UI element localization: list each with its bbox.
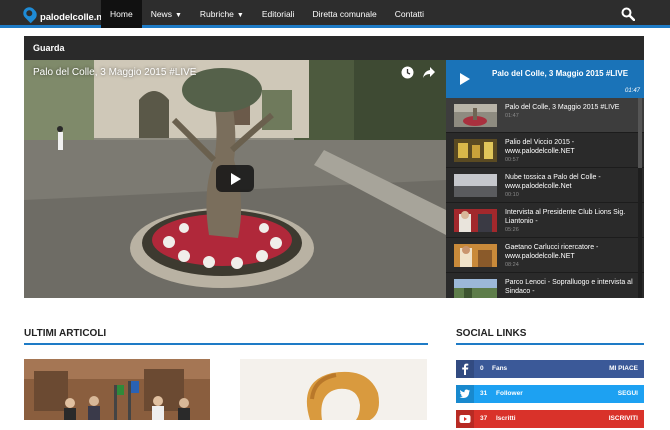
menu-item-news[interactable]: News ▼ <box>142 0 191 28</box>
playlist-item[interactable]: Nube tossica a Palo del Colle - www.palo… <box>446 168 644 203</box>
clock-icon[interactable] <box>401 66 414 79</box>
facebook-label: Fans <box>492 365 508 372</box>
search-icon[interactable] <box>621 7 635 21</box>
video-thumbnail <box>454 209 497 232</box>
player-actions <box>401 66 436 79</box>
youtube-subscribe-button[interactable]: ISCRIVITI <box>609 415 638 422</box>
playlist-item-text: Palo del Colle, 3 Maggio 2015 #LIVE 01:47 <box>505 103 637 120</box>
twitter-icon <box>456 385 474 403</box>
playlist-item-duration: 05:26 <box>505 227 519 233</box>
article-image <box>240 359 427 420</box>
play-icon[interactable] <box>446 60 484 98</box>
playlist-item-duration: 00:57 <box>505 157 519 163</box>
chevron-down-icon: ▼ <box>236 12 244 19</box>
playlist-item-title: Palo del Colle, 3 Maggio 2015 #LIVE <box>505 104 620 111</box>
menu-label: Home <box>110 9 133 19</box>
video-widget: Guarda Palo del Colle, 3 Maggio 2015 #LI… <box>24 36 644 298</box>
video-thumbnail <box>454 279 497 298</box>
video-thumbnail <box>454 244 497 267</box>
playlist-item-title: Gaetano Carlucci ricercatore - www.palod… <box>505 244 599 260</box>
twitter-follow-button[interactable]: SEGUI <box>618 390 638 397</box>
social-row-twitter[interactable]: 31 Follower SEGUI <box>456 385 644 403</box>
scrollbar-thumb[interactable] <box>638 98 642 168</box>
playlist-item-title: Nube tossica a Palo del Colle - www.palo… <box>505 174 601 190</box>
section-divider <box>24 343 428 345</box>
menu-label: Rubriche <box>199 9 234 19</box>
playlist-item-title: Parco Lenoci - Sopralluogo e intervista … <box>505 279 633 295</box>
video-thumbnail <box>454 104 497 127</box>
social-links-title: SOCIAL LINKS <box>456 328 527 339</box>
latest-articles-title: ULTIMI ARTICOLI <box>24 328 107 339</box>
playlist-item-text: Palio del Viccio 2015 - www.palodelcolle… <box>505 138 637 164</box>
playlist-item-text: Parco Lenoci - Sopralluogo e intervista … <box>505 278 637 296</box>
video-playlist: Palo del Colle, 3 Maggio 2015 #LIVE 01:4… <box>446 60 644 298</box>
article-thumbnail[interactable] <box>24 359 210 420</box>
video-thumbnail <box>454 174 497 197</box>
article-thumbnail[interactable] <box>240 359 427 420</box>
twitter-label: Follower <box>496 390 523 397</box>
menu-item-contatti[interactable]: Contatti <box>386 0 433 28</box>
social-row-facebook[interactable]: 0 Fans MI PIACE <box>456 360 644 378</box>
playlist-item-text: Intervista al Presidente Club Lions Sig.… <box>505 208 637 234</box>
menu-label: News <box>150 9 172 19</box>
playlist-item-text: Gaetano Carlucci ricercatore - www.palod… <box>505 243 637 269</box>
playlist-item-duration: 08:24 <box>505 262 519 268</box>
playlist-header-title: Palo del Colle, 3 Maggio 2015 #LIVE <box>492 69 629 78</box>
site-logo[interactable]: palodelcolle.net <box>20 2 111 26</box>
youtube-icon <box>456 410 474 428</box>
widget-title: Guarda <box>24 36 644 60</box>
playlist-item-duration: 00:10 <box>505 192 519 198</box>
menu-item-home[interactable]: Home <box>101 0 142 28</box>
menu-label: Diretta comunale <box>312 9 377 19</box>
play-button[interactable] <box>216 165 254 192</box>
location-pin-icon <box>20 4 40 24</box>
facebook-count: 0 <box>480 365 484 372</box>
twitter-count: 31 <box>480 390 488 397</box>
video-thumbnail <box>454 139 497 162</box>
playlist-item-duration: 01:47 <box>505 113 519 119</box>
youtube-label: Iscritti <box>496 415 516 422</box>
playlist-header[interactable]: Palo del Colle, 3 Maggio 2015 #LIVE 01:4… <box>446 60 644 98</box>
playlist-scrollbar[interactable] <box>638 98 642 298</box>
main-menu: Home News ▼ Rubriche ▼ Editoriali Diretta … <box>101 0 433 28</box>
player-title: Palo del Colle, 3 Maggio 2015 #LIVE <box>33 67 197 78</box>
facebook-icon <box>456 360 474 378</box>
playlist-item[interactable]: Palo del Colle, 3 Maggio 2015 #LIVE 01:47 <box>446 98 644 133</box>
playlist-item-text: Nube tossica a Palo del Colle - www.palo… <box>505 173 637 199</box>
top-navbar: palodelcolle.net Home News ▼ Rubriche ▼ Ed… <box>0 0 670 28</box>
youtube-count: 37 <box>480 415 488 422</box>
facebook-like-button[interactable]: MI PIACE <box>609 365 638 372</box>
share-icon[interactable] <box>422 66 436 79</box>
playlist-header-duration: 01:47 <box>624 88 640 94</box>
playlist-item[interactable]: Palio del Viccio 2015 - www.palodelcolle… <box>446 133 644 168</box>
menu-item-diretta-comunale[interactable]: Diretta comunale <box>303 0 385 28</box>
playlist-item[interactable]: Gaetano Carlucci ricercatore - www.palod… <box>446 238 644 273</box>
logo-text: palodelcolle.net <box>40 11 111 23</box>
playlist-item[interactable]: Intervista al Presidente Club Lions Sig.… <box>446 203 644 238</box>
playlist-item[interactable]: Parco Lenoci - Sopralluogo e intervista … <box>446 273 644 298</box>
menu-label: Editoriali <box>261 9 295 19</box>
playlist-item-title: Intervista al Presidente Club Lions Sig.… <box>505 209 626 225</box>
section-divider <box>456 343 644 345</box>
playlist-item-title: Palio del Viccio 2015 - www.palodelcolle… <box>505 139 575 155</box>
menu-item-rubriche[interactable]: Rubriche ▼ <box>191 0 253 28</box>
social-row-youtube[interactable]: 37 Iscritti ISCRIVITI <box>456 410 644 428</box>
article-image <box>24 359 210 420</box>
menu-item-editoriali[interactable]: Editoriali <box>253 0 304 28</box>
chevron-down-icon: ▼ <box>174 12 182 19</box>
playlist-items: Palo del Colle, 3 Maggio 2015 #LIVE 01:47… <box>446 98 644 298</box>
video-player[interactable]: Palo del Colle, 3 Maggio 2015 #LIVE <box>24 60 446 298</box>
menu-label: Contatti <box>394 9 425 19</box>
